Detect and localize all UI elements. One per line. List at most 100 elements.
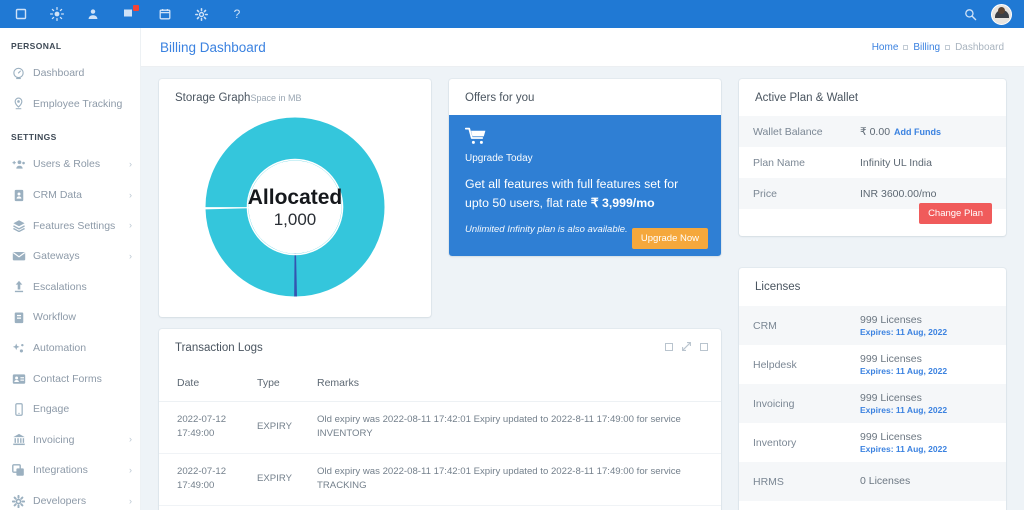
breadcrumb-billing[interactable]: Billing (913, 42, 940, 53)
license-detail: 999 Licenses Expires: 11 Aug, 2022 (860, 352, 947, 378)
sidebar-item-workflow[interactable]: Workflow (0, 302, 140, 333)
chevron-right-icon: › (129, 158, 132, 169)
offers-message: Get all features with full features set … (465, 175, 705, 213)
licenses-card: Licenses CRM 999 Licenses Expires: 11 Au… (739, 268, 1006, 510)
close-icon[interactable] (700, 342, 708, 351)
offers-tagline: Upgrade Today (465, 153, 533, 164)
transaction-table-body: 2022-07-12 17:49:00 EXPIRY Old expiry wa… (159, 401, 721, 510)
breadcrumb-home[interactable]: Home (872, 42, 899, 53)
licenses-list: CRM 999 Licenses Expires: 11 Aug, 2022 H… (739, 306, 1006, 501)
license-detail: 999 Licenses Expires: 11 Aug, 2022 (860, 430, 947, 456)
plan-card-title: Active Plan & Wallet (755, 92, 859, 104)
avatar[interactable] (991, 3, 1012, 25)
donut-svg (205, 117, 385, 297)
minimize-icon[interactable] (665, 342, 673, 351)
main-content: Billing Dashboard Home Billing Dashboard… (141, 28, 1024, 510)
sidebar-item-label: Automation (33, 342, 87, 355)
upload-icon (11, 279, 26, 294)
calendar-icon[interactable] (154, 3, 176, 25)
help-icon[interactable]: ? (226, 3, 248, 25)
sidebar-section-personal-heading: PERSONAL (11, 41, 62, 51)
sidebar: PERSONAL Dashboard Employee Tracking SET… (0, 28, 141, 510)
cell-date: 2022-07-12 17:49:00 (159, 401, 251, 454)
search-icon[interactable] (959, 3, 981, 25)
chevron-right-icon: › (129, 495, 132, 506)
plan-row-plan-name: Plan Name Infinity UL India (739, 147, 1006, 178)
license-count: 999 Licenses (860, 352, 922, 365)
breadcrumb-separator-icon (945, 44, 951, 50)
transaction-logs-table: Date Type Remarks 2022-07-12 17:49:00 EX… (159, 371, 721, 510)
cell-date: 2022-07-12 17:49:00 (159, 453, 251, 506)
change-plan-button[interactable]: Change Plan (919, 203, 992, 224)
sidebar-item-label: Gateways (33, 250, 80, 263)
user-icon[interactable] (82, 3, 104, 25)
table-row[interactable]: 2022-07-12 17:49:00 EXPIRY Old expiry wa… (159, 453, 721, 506)
dashboard-grid: Storage GraphSpace in MB Allocated 1,000… (141, 67, 1024, 510)
column-header-remarks: Remarks (311, 371, 721, 402)
license-detail: 999 Licenses Expires: 11 Aug, 2022 (860, 391, 947, 417)
column-header-type: Type (251, 371, 311, 402)
sidebar-item-gateways[interactable]: Gateways › (0, 241, 140, 272)
expand-icon[interactable] (682, 342, 691, 351)
sidebar-item-employee-tracking[interactable]: Employee Tracking (0, 89, 140, 120)
table-row[interactable]: 2022-07-12 Old expiry was 2022-08-11 17:… (159, 505, 721, 510)
storage-title-text: Storage Graph (175, 92, 251, 104)
chevron-right-icon: › (129, 464, 132, 475)
sidebar-item-engage[interactable]: Engage (0, 394, 140, 425)
bank-icon (11, 432, 26, 447)
sidebar-item-features-settings[interactable]: Features Settings › (0, 210, 140, 241)
storage-donut-chart (159, 112, 431, 302)
license-count: 0 Licenses (860, 475, 911, 488)
page-header: Billing Dashboard Home Billing Dashboard (141, 28, 1024, 67)
storage-graph-card: Storage GraphSpace in MB Allocated 1,000 (159, 79, 431, 317)
sidebar-item-invoicing[interactable]: Invoicing › (0, 425, 140, 456)
sidebar-item-dashboard[interactable]: Dashboard (0, 58, 140, 89)
license-count: 999 Licenses (860, 391, 922, 404)
add-funds-link[interactable]: Add Funds (894, 127, 941, 137)
table-header-row: Date Type Remarks (159, 371, 721, 402)
sidebar-item-automation[interactable]: Automation (0, 333, 140, 364)
license-count: 999 Licenses (860, 430, 922, 443)
licenses-title: Licenses (755, 281, 801, 293)
storage-graph-title: Storage GraphSpace in MB (159, 79, 431, 104)
license-name: Inventory (753, 436, 797, 449)
plan-row-key: Wallet Balance (753, 125, 823, 138)
sidebar-item-label: Engage (33, 403, 70, 416)
license-detail: 999 Licenses Expires: 11 Aug, 2022 (860, 313, 947, 339)
upgrade-now-button[interactable]: Upgrade Now (631, 228, 708, 249)
transaction-table-head: Date Type Remarks (159, 371, 721, 402)
license-detail: 0 Licenses (860, 474, 910, 488)
plan-row-wallet-balance: Wallet Balance ₹ 0.00 Add Funds (739, 116, 1006, 147)
cell-type (251, 505, 311, 510)
window-icon[interactable] (10, 3, 32, 25)
page-title: Billing Dashboard (160, 39, 266, 55)
cell-remarks: Old expiry was 2022-08-11 17:42:01 Expir… (311, 401, 721, 454)
plan-row-key: Price (753, 187, 777, 200)
sidebar-item-developers[interactable]: Developers › (0, 486, 140, 510)
sidebar-item-integrations[interactable]: Integrations › (0, 455, 140, 486)
plan-row-value: ₹ 0.00 (860, 125, 891, 138)
license-name: CRM (753, 319, 777, 332)
license-expiry: Expires: 11 Aug, 2022 (860, 326, 948, 337)
license-row: Inventory 999 Licenses Expires: 11 Aug, … (739, 423, 1006, 462)
sidebar-item-escalations[interactable]: Escalations (0, 272, 140, 303)
sidebar-item-crm-data[interactable]: CRM Data › (0, 180, 140, 211)
sidebar-item-contact-forms[interactable]: Contact Forms (0, 363, 140, 394)
sidebar-item-users-roles[interactable]: Users & Roles › (0, 149, 140, 180)
chevron-right-icon: › (129, 220, 132, 231)
flag-message-icon[interactable] (118, 3, 140, 25)
shopping-cart-icon (464, 127, 487, 149)
sidebar-item-label: Invoicing (33, 433, 75, 446)
add-users-icon (11, 157, 26, 172)
sidebar-item-label: Integrations (33, 464, 88, 477)
sidebar-item-label: CRM Data (33, 189, 83, 202)
plan-row-key: Plan Name (753, 156, 805, 169)
offers-card: Offers for you Upgrade Today Get all fea… (449, 79, 721, 256)
license-expiry: Expires: 11 Aug, 2022 (860, 365, 948, 376)
table-row[interactable]: 2022-07-12 17:49:00 EXPIRY Old expiry wa… (159, 401, 721, 454)
license-row: CRM 999 Licenses Expires: 11 Aug, 2022 (739, 306, 1006, 345)
sun-icon[interactable] (46, 3, 68, 25)
sidebar-item-label: Escalations (33, 280, 87, 293)
gear-icon[interactable] (190, 3, 212, 25)
sidebar-item-label: Workflow (33, 311, 76, 324)
